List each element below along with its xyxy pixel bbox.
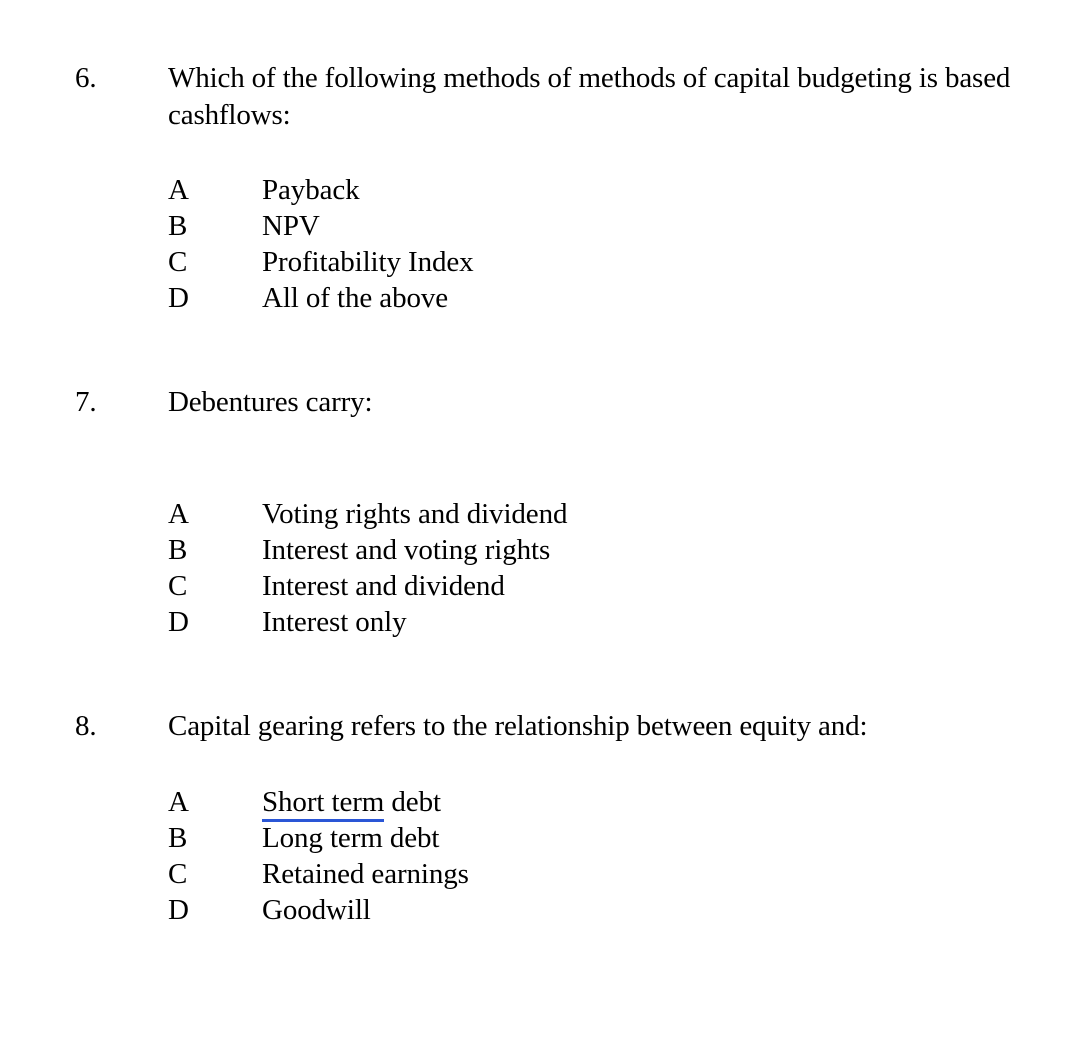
- option-letter-7-a: A: [168, 498, 189, 530]
- option-text-6-d: All of the above: [262, 282, 449, 314]
- option-row-6-d[interactable]: D All of the above: [0, 280, 1084, 316]
- option-text-7-b: Interest and voting rights: [262, 534, 551, 566]
- option-text-6-b: NPV: [262, 210, 320, 242]
- question-text-6-line2: cashflows:: [168, 99, 291, 131]
- option-text-6-a: Payback: [262, 174, 360, 206]
- options-list-6: A Payback B NPV C Profitability Index D …: [0, 172, 1084, 316]
- option-letter-6-d: D: [168, 282, 189, 314]
- options-list-7: A Voting rights and dividend B Interest …: [0, 496, 1084, 640]
- option-text-8-a-plain: debt: [384, 786, 441, 818]
- option-text-8-d: Goodwill: [262, 894, 371, 926]
- option-row-7-c[interactable]: C Interest and dividend: [0, 568, 1084, 604]
- question-heading-8: 8. Capital gearing refers to the relatio…: [0, 708, 1084, 745]
- option-row-8-d[interactable]: D Goodwill: [0, 892, 1084, 928]
- option-letter-8-b: B: [168, 822, 188, 854]
- option-text-8-a: Short term debt: [262, 784, 441, 822]
- option-row-8-c[interactable]: C Retained earnings: [0, 856, 1084, 892]
- option-text-8-b: Long term debt: [262, 822, 440, 854]
- option-row-8-a[interactable]: A Short term debt: [0, 784, 1084, 822]
- option-row-7-a[interactable]: A Voting rights and dividend: [0, 496, 1084, 532]
- question-block-6: 6. Which of the following methods of met…: [0, 60, 1084, 134]
- option-letter-7-d: D: [168, 606, 189, 638]
- option-letter-8-c: C: [168, 858, 188, 890]
- document-page: 6. Which of the following methods of met…: [0, 0, 1084, 1058]
- option-row-6-c[interactable]: C Profitability Index: [0, 244, 1084, 280]
- question-number-8: 8.: [75, 710, 97, 742]
- option-row-7-d[interactable]: D Interest only: [0, 604, 1084, 640]
- question-heading-6: 6. Which of the following methods of met…: [0, 60, 1084, 134]
- option-row-8-b[interactable]: B Long term debt: [0, 820, 1084, 856]
- option-letter-7-c: C: [168, 570, 188, 602]
- option-letter-6-c: C: [168, 246, 188, 278]
- options-list-8: A Short term debt B Long term debt C Ret…: [0, 784, 1084, 928]
- option-row-7-b[interactable]: B Interest and voting rights: [0, 532, 1084, 568]
- option-text-8-a-underlined: Short term: [262, 786, 384, 822]
- option-letter-6-a: A: [168, 174, 189, 206]
- option-row-6-a[interactable]: A Payback: [0, 172, 1084, 208]
- question-number-6: 6.: [75, 62, 97, 94]
- question-text-6-line1: Which of the following methods of method…: [168, 62, 1011, 94]
- option-text-7-a: Voting rights and dividend: [262, 498, 568, 530]
- option-row-6-b[interactable]: B NPV: [0, 208, 1084, 244]
- option-letter-7-b: B: [168, 534, 188, 566]
- option-text-7-c: Interest and dividend: [262, 570, 505, 602]
- option-letter-8-d: D: [168, 894, 189, 926]
- question-text-7-line1: Debentures carry:: [168, 386, 373, 418]
- question-number-7: 7.: [75, 386, 97, 418]
- option-text-7-d: Interest only: [262, 606, 407, 638]
- option-letter-6-b: B: [168, 210, 188, 242]
- question-heading-7: 7. Debentures carry:: [0, 384, 1084, 421]
- question-block-8: 8. Capital gearing refers to the relatio…: [0, 708, 1084, 745]
- question-text-8-line1: Capital gearing refers to the relationsh…: [168, 710, 868, 742]
- option-text-8-c: Retained earnings: [262, 858, 469, 890]
- option-letter-8-a: A: [168, 786, 189, 818]
- option-text-6-c: Profitability Index: [262, 246, 474, 278]
- question-block-7: 7. Debentures carry:: [0, 384, 1084, 421]
